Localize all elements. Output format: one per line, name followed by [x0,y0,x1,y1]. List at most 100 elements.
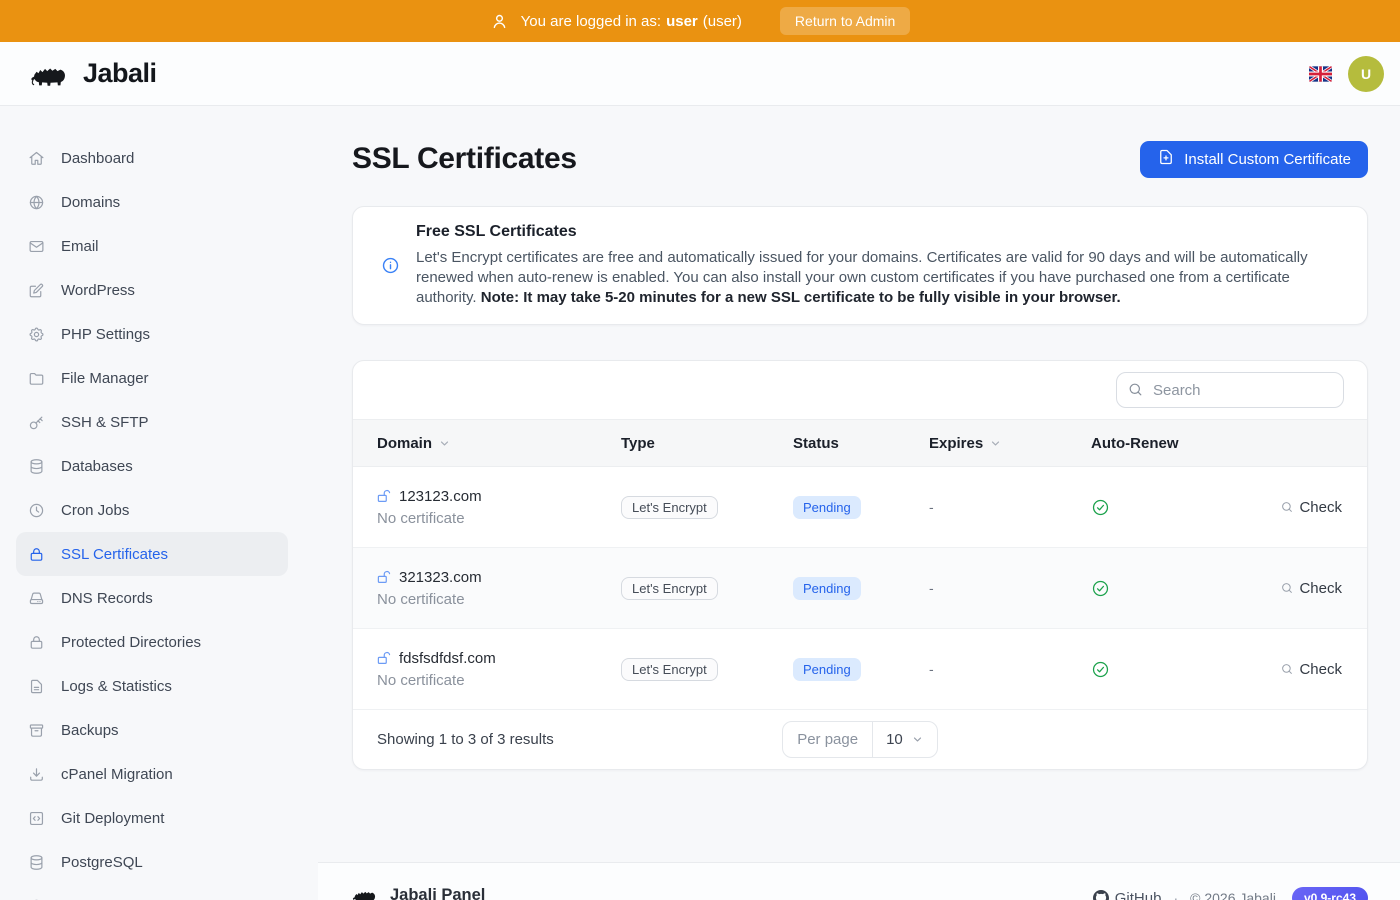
sidebar-item-label: Logs & Statistics [61,678,172,695]
sidebar-item-logs-statistics[interactable]: Logs & Statistics [16,664,288,708]
status-badge: Pending [793,658,861,681]
sidebar-item-cpanel-migration[interactable]: cPanel Migration [16,752,288,796]
app-header: Jabali U [0,42,1400,106]
key-icon [28,414,45,431]
pagination-summary: Showing 1 to 3 of 3 results [377,731,782,748]
sidebar-item-label: SSH & SFTP [61,414,149,431]
sidebar-item-php-settings[interactable]: PHP Settings [16,312,288,356]
check-action-label: Check [1299,661,1342,678]
user-icon [490,12,509,31]
impersonation-username: user [666,13,698,30]
check-action-button[interactable]: Check [1280,580,1342,597]
table-body: 123123.com No certificate Let's Encrypt … [353,467,1367,710]
expires-value: - [929,499,1091,515]
table-row: 321323.com No certificate Let's Encrypt … [353,548,1367,629]
domain-name: fdsfsdfdsf.com [399,650,496,667]
check-action-button[interactable]: Check [1280,661,1342,678]
app-window: You are logged in as: user (user) Return… [0,0,1400,900]
check-search-icon [1280,581,1294,595]
sidebar-item-wordpress[interactable]: WordPress [16,268,288,312]
install-button-label: Install Custom Certificate [1184,151,1351,168]
folder-icon [28,370,45,387]
sidebar-item-dns-records[interactable]: DNS Records [16,576,288,620]
code-icon [28,810,45,827]
clock-icon [28,502,45,519]
column-label: Status [793,435,839,452]
sidebar-item-label: Email [61,238,99,255]
sidebar-item-dashboard[interactable]: Dashboard [16,136,288,180]
home-icon [28,150,45,167]
search-icon [1127,381,1144,403]
column-label: Expires [929,435,983,452]
domain-name: 321323.com [399,569,482,586]
lock-open-icon [377,651,392,666]
language-flag-icon[interactable] [1309,66,1332,82]
search-box [1116,372,1344,408]
lock-icon [28,634,45,651]
info-box-title: Free SSL Certificates [416,223,1343,241]
mail-icon [28,238,45,255]
globe-icon [28,194,45,211]
sort-chevron-down-icon [438,437,451,450]
user-avatar[interactable]: U [1348,56,1384,92]
check-search-icon [1280,500,1294,514]
sidebar-item-file-manager[interactable]: File Manager [16,356,288,400]
check-action-label: Check [1299,580,1342,597]
certificate-subtext: No certificate [377,672,621,689]
sidebar-item-email[interactable]: Email [16,224,288,268]
sidebar-nav: DashboardDomains Email WordPressPHP Settin… [0,106,318,900]
column-header-expires[interactable]: Expires [929,435,1091,452]
sidebar-item-ssl-certificates[interactable]: SSL Certificates [16,532,288,576]
domain-cell: 321323.com No certificate [377,569,621,608]
sidebar-item-protected-directories[interactable]: Protected Directories [16,620,288,664]
table-row: fdsfsdfdsf.com No certificate Let's Encr… [353,629,1367,710]
brand-logo[interactable]: Jabali [30,58,157,90]
sidebar-item-cron-jobs[interactable]: Cron Jobs [16,488,288,532]
database-icon [28,458,45,475]
sidebar-item-postgresql[interactable]: PostgreSQL [16,840,288,884]
download-icon [28,766,45,783]
auto-renew-enabled-icon [1091,579,1211,598]
search-input[interactable] [1116,372,1344,408]
status-badge: Pending [793,577,861,600]
server-icon [28,590,45,607]
column-header-status: Status [793,435,929,452]
footer-copyright: © 2026 Jabali [1190,890,1276,900]
column-label: Type [621,435,655,452]
archive-icon [28,722,45,739]
sidebar-item-databases[interactable]: Databases [16,444,288,488]
sidebar-item-label: PostgreSQL [61,854,143,871]
sidebar-item-label: File Manager [61,370,149,387]
per-page-label: Per page [783,722,872,757]
page-footer: Jabali Panel GitHub · © 2026 Jabali v0.9… [318,862,1400,900]
return-to-admin-button[interactable]: Return to Admin [780,7,910,35]
github-label: GitHub [1115,890,1162,900]
table-header-row: DomainTypeStatusExpiresAuto-Renew [353,419,1367,467]
info-box: Free SSL Certificates Let's Encrypt cert… [352,206,1368,325]
github-link[interactable]: GitHub [1093,890,1162,900]
column-label: Domain [377,435,432,452]
install-custom-certificate-button[interactable]: Install Custom Certificate [1140,141,1368,178]
sidebar-item-label: Git Deployment [61,810,164,827]
sidebar-item-ssh-sftp[interactable]: SSH & SFTP [16,400,288,444]
impersonation-bar: You are logged in as: user (user) Return… [0,0,1400,42]
header-right: U [1309,56,1384,92]
check-action-button[interactable]: Check [1280,499,1342,516]
per-page-select[interactable]: Per page 10 [782,721,938,758]
table-row: 123123.com No certificate Let's Encrypt … [353,467,1367,548]
sidebar-item-backups[interactable]: Backups [16,708,288,752]
expires-value: - [929,661,1091,677]
certificate-subtext: No certificate [377,591,621,608]
status-badge: Pending [793,496,861,519]
lock-open-icon [377,570,392,585]
impersonation-message: You are logged in as: user (user) [521,13,742,30]
auto-renew-enabled-icon [1091,660,1211,679]
sidebar-item-git-deployment[interactable]: Git Deployment [16,796,288,840]
sidebar-item-partial[interactable] [16,884,288,900]
info-box-note: Note: It may take 5-20 minutes for a new… [481,289,1121,306]
column-header-domain[interactable]: Domain [377,435,621,452]
type-badge: Let's Encrypt [621,577,718,600]
sidebar-item-label: Cron Jobs [61,502,129,519]
sidebar-item-domains[interactable]: Domains [16,180,288,224]
type-badge: Let's Encrypt [621,658,718,681]
